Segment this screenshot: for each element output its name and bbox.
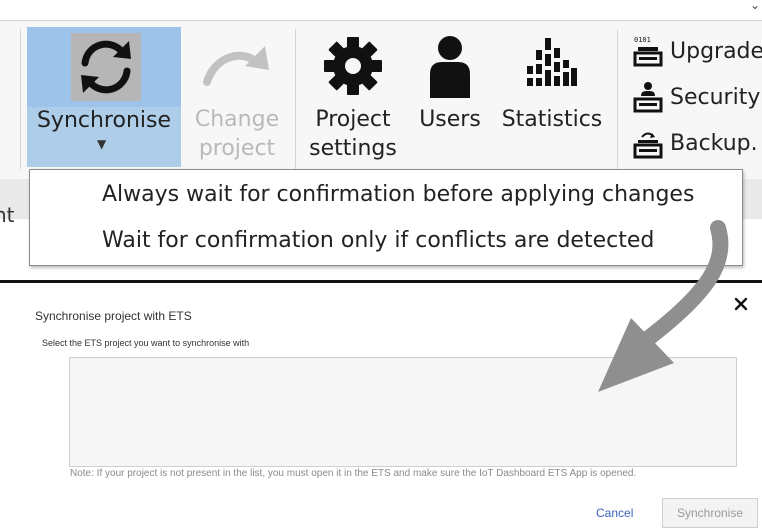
synchronise-dialog: Synchronise project with ETS Select the … (0, 283, 762, 528)
dialog-subtitle: Select the ETS project you want to synch… (42, 338, 250, 348)
security-icon (633, 82, 663, 113)
user-icon (427, 27, 473, 105)
project-settings-button[interactable]: Project settings (305, 27, 401, 163)
backup-icon (633, 132, 663, 159)
synchronise-dropdown-menu: Always wait for confirmation before appl… (29, 169, 743, 266)
menu-item-always-wait[interactable]: Always wait for confirmation before appl… (102, 182, 694, 207)
project-settings-label: Project settings (309, 107, 397, 161)
statistics-icon (527, 27, 577, 105)
upgrade-label: Upgrade (670, 38, 762, 64)
synchronise-label: Synchronise (36, 108, 172, 133)
gear-icon (323, 27, 383, 105)
cancel-button[interactable]: Cancel (596, 506, 633, 520)
upgrade-icon: 0101 (633, 36, 663, 67)
backup-label: Backup. (670, 130, 758, 156)
top-strip: ⌄ (0, 0, 762, 21)
users-label: Users (419, 107, 481, 132)
security-button[interactable]: Security (632, 81, 760, 113)
statistics-button[interactable]: Statistics (498, 27, 606, 134)
ribbon-separator (295, 29, 296, 169)
partial-tab-text: nt (0, 203, 15, 227)
ribbon-separator (20, 29, 21, 169)
synchronise-dropdown-button[interactable]: Synchronise ▼ (27, 107, 181, 167)
backup-button[interactable]: Backup. (632, 127, 758, 159)
ribbon-collapse-caret-icon[interactable]: ⌄ (750, 0, 760, 12)
ets-project-list[interactable] (69, 357, 737, 467)
security-label: Security (670, 84, 761, 110)
sync-icon (71, 33, 141, 101)
statistics-label: Statistics (501, 107, 603, 132)
dropdown-caret-icon: ▼ (97, 137, 107, 151)
upgrade-badge: 0101 (634, 36, 651, 44)
close-icon[interactable] (733, 296, 749, 312)
dialog-note: Note: If your project is not present in … (70, 468, 637, 479)
ribbon-separator (617, 29, 618, 169)
users-button[interactable]: Users (414, 27, 486, 134)
synchronise-confirm-button[interactable]: Synchronise (662, 498, 758, 528)
dialog-title: Synchronise project with ETS (35, 309, 192, 323)
menu-item-wait-on-conflicts[interactable]: Wait for confirmation only if conflicts … (102, 228, 654, 253)
change-project-button[interactable]: Change project (190, 27, 284, 163)
redo-arrow-icon (199, 27, 275, 105)
upgrade-button[interactable]: 0101 Upgrade (632, 35, 762, 67)
change-project-label: Change project (194, 107, 280, 161)
